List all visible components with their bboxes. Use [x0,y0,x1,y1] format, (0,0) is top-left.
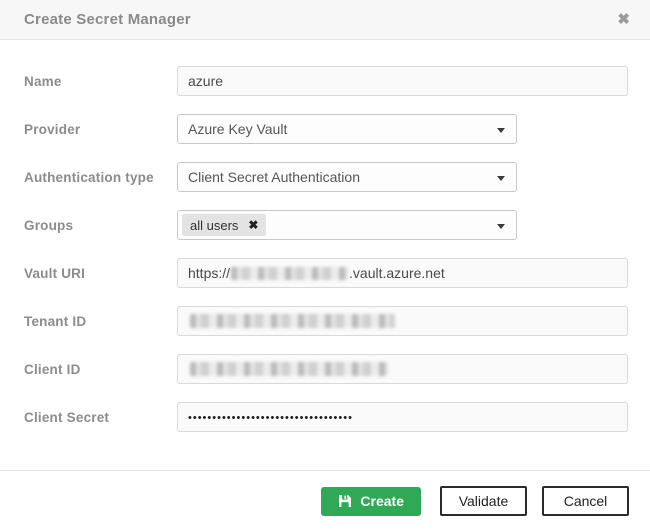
masked-password-dots: •••••••••••••••••••••••••••••••••• [188,412,353,424]
save-icon [338,494,352,508]
cancel-button[interactable]: Cancel [542,486,629,516]
tenant-id-row: Tenant ID [24,306,628,336]
dialog-footer: Create Validate Cancel [0,470,650,531]
auth-type-selected-value: Client Secret Authentication [188,169,360,185]
provider-select[interactable]: Azure Key Vault [177,114,517,144]
create-secret-manager-dialog: Create Secret Manager ✖ Name Provider Az… [0,0,650,531]
redacted-text-blur [190,362,388,376]
name-label: Name [24,74,62,89]
client-secret-input[interactable]: •••••••••••••••••••••••••••••••••• [177,402,628,432]
client-id-label: Client ID [24,362,81,377]
close-icon[interactable]: ✖ [617,12,630,27]
group-chip-label: all users [190,217,239,233]
client-id-input[interactable] [177,354,628,384]
vault-uri-label: Vault URI [24,266,86,281]
vault-uri-row: Vault URI https:// .vault.azure.net [24,258,628,288]
auth-type-label: Authentication type [24,170,154,185]
create-button[interactable]: Create [321,486,421,516]
provider-selected-value: Azure Key Vault [188,121,288,137]
redacted-text-blur [231,266,349,280]
chevron-down-icon [497,176,505,181]
dialog-header: Create Secret Manager ✖ [0,0,650,40]
auth-type-select[interactable]: Client Secret Authentication [177,162,517,192]
create-button-label: Create [360,493,404,509]
chevron-down-icon [497,128,505,133]
provider-row: Provider Azure Key Vault [24,114,628,144]
redacted-text-blur [190,314,395,328]
name-row: Name [24,66,628,96]
chip-remove-icon[interactable]: ✖ [248,218,258,232]
tenant-id-label: Tenant ID [24,314,87,329]
name-input[interactable] [177,66,628,96]
vault-uri-suffix: .vault.azure.net [349,265,445,281]
vault-uri-input[interactable]: https:// .vault.azure.net [177,258,628,288]
validate-button[interactable]: Validate [440,486,527,516]
provider-label: Provider [24,122,81,137]
groups-row: Groups all users ✖ [24,210,628,240]
group-chip[interactable]: all users ✖ [182,214,267,236]
chevron-down-icon [497,224,505,229]
client-id-row: Client ID [24,354,628,384]
groups-multiselect[interactable]: all users ✖ [177,210,517,240]
client-secret-row: Client Secret ••••••••••••••••••••••••••… [24,402,628,432]
vault-uri-prefix: https:// [188,265,231,281]
groups-label: Groups [24,218,74,233]
auth-type-row: Authentication type Client Secret Authen… [24,162,628,192]
dialog-title: Create Secret Manager [24,11,191,28]
client-secret-label: Client Secret [24,410,110,425]
dialog-body: Name Provider Azure Key Vault Authentica… [0,40,650,432]
tenant-id-input[interactable] [177,306,628,336]
